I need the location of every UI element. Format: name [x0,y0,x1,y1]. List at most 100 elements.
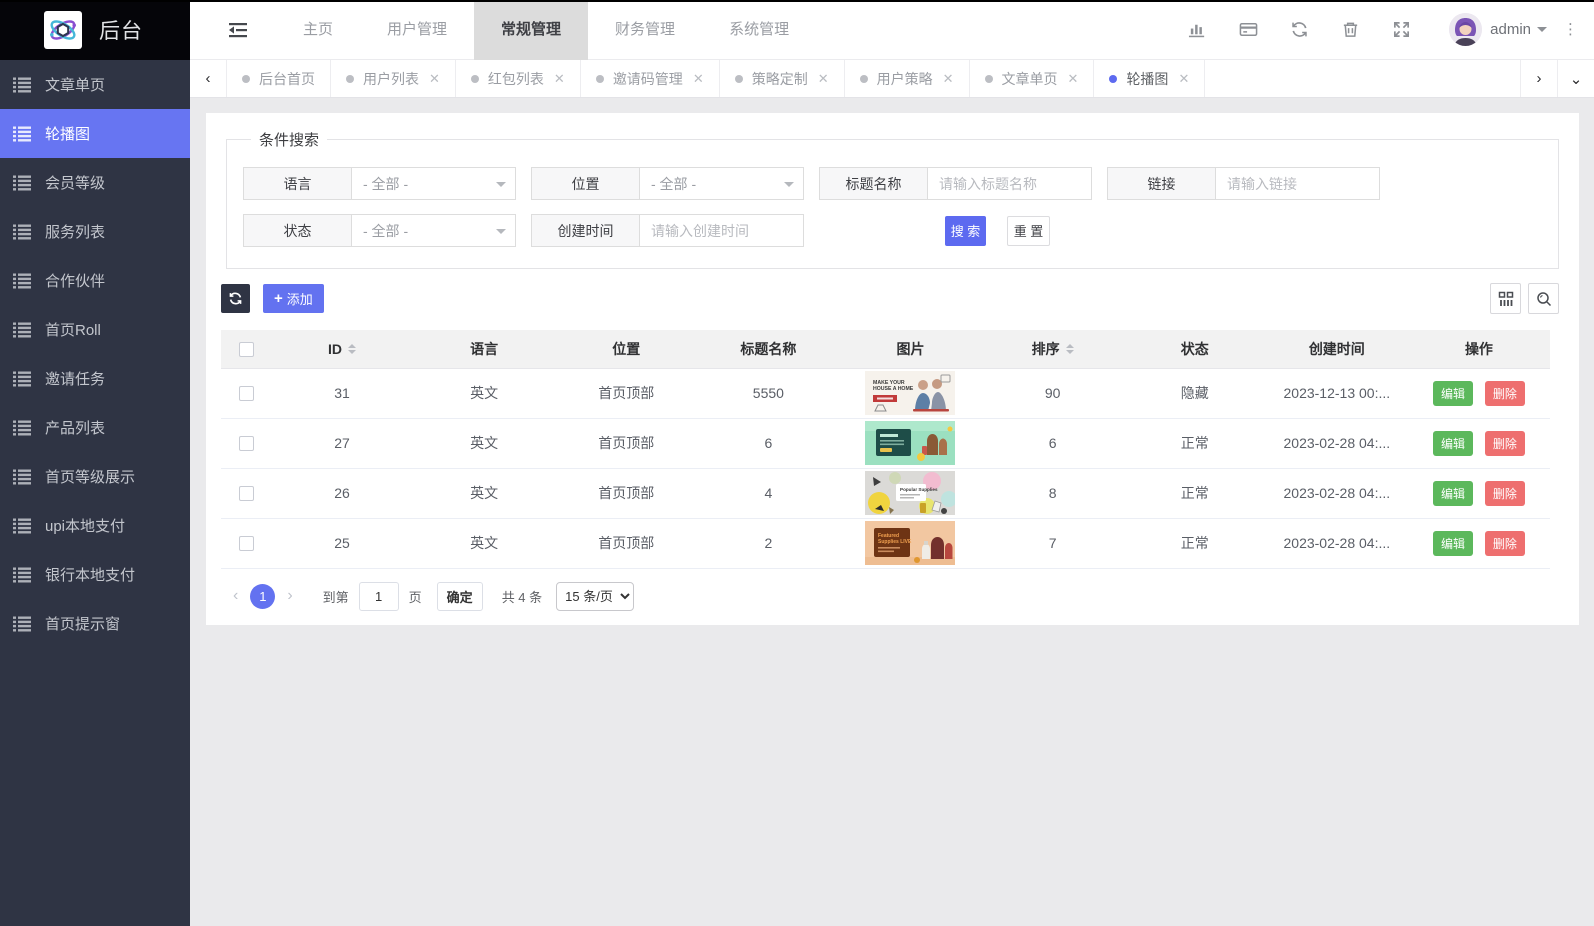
sidebar-item[interactable]: 轮播图 [0,109,190,158]
column-header[interactable]: 位置 [555,330,697,368]
row-checkbox[interactable] [239,436,254,451]
select-all-header [221,330,271,368]
sidebar-item[interactable]: 会员等级 [0,158,190,207]
sidebar-item[interactable]: upi本地支付 [0,501,190,550]
edit-button[interactable]: 编辑 [1433,381,1473,406]
page-tab[interactable]: 邀请码管理 ✕ [581,60,720,97]
top-nav-item[interactable]: 常规管理 [474,0,588,60]
tab-label: 轮播图 [1126,69,1168,89]
sidebar-item[interactable]: 文章单页 [0,60,190,109]
sidebar-item[interactable]: 产品列表 [0,403,190,452]
card-icon[interactable] [1239,20,1258,39]
tab-close-icon[interactable]: ✕ [429,71,440,87]
tab-close-icon[interactable]: ✕ [1178,71,1189,87]
column-header[interactable]: 标题名称 [697,330,839,368]
tab-status-dot [471,75,479,83]
bar-chart-icon[interactable] [1188,20,1207,39]
banner-thumbnail[interactable]: MAKE YOUR HOUSE A HOME [865,371,955,415]
edit-button[interactable]: 编辑 [1433,431,1473,456]
fullscreen-icon[interactable] [1392,20,1411,39]
columns-toggle-button[interactable] [1490,283,1521,314]
page-tab[interactable]: 后台首页 [227,60,331,97]
page-tab[interactable]: 用户列表 ✕ [331,60,456,97]
delete-button[interactable]: 删除 [1485,431,1525,456]
page-size-select[interactable]: 15 条/页 [556,582,634,611]
field-select[interactable]: - 全部 - [351,214,516,247]
table-row: 25 英文 首页顶部 2 Featured Supplies LIVE 7 正常 [221,518,1550,568]
field-select[interactable]: - 全部 - [639,167,804,200]
top-nav-item[interactable]: 主页 [276,0,360,60]
sidebar-item[interactable]: 银行本地支付 [0,550,190,599]
reset-button[interactable]: 重 置 [1007,216,1050,246]
username[interactable]: admin [1490,21,1531,38]
top-header: 主页 用户管理 常规管理 财务管理 系统管理 [190,0,1594,60]
tabs-scroll-left[interactable]: ‹ [190,60,227,97]
sort-icon[interactable] [1066,340,1074,358]
refresh-icon[interactable] [1290,20,1309,39]
sidebar-item[interactable]: 首页Roll [0,305,190,354]
user-dropdown-caret[interactable] [1537,27,1547,37]
trash-icon[interactable] [1341,20,1360,39]
field-input[interactable] [939,176,1080,192]
add-button[interactable]: + 添加 [263,284,324,313]
sidebar-item[interactable]: 合作伙伴 [0,256,190,305]
top-nav-item[interactable]: 系统管理 [702,0,816,60]
page-tab[interactable]: 用户策略 ✕ [845,60,970,97]
banner-thumbnail[interactable]: Popular Supplies [865,471,955,515]
top-nav-label: 主页 [303,21,333,38]
page-tab[interactable]: 红包列表 ✕ [456,60,581,97]
edit-button[interactable]: 编辑 [1433,481,1473,506]
next-page-button[interactable]: › [275,587,304,605]
column-header[interactable]: 状态 [1124,330,1266,368]
edit-button[interactable]: 编辑 [1433,531,1473,556]
user-avatar[interactable] [1449,13,1482,46]
column-header[interactable]: 图片 [839,330,981,368]
search-button[interactable]: 搜 索 [945,216,986,246]
page-tab[interactable]: 文章单页 ✕ [970,60,1095,97]
column-header[interactable]: 创建时间 [1266,330,1408,368]
select-all-checkbox[interactable] [239,342,254,357]
search-toggle-button[interactable] [1528,283,1559,314]
column-header[interactable]: ID [271,330,413,368]
row-checkbox[interactable] [239,536,254,551]
field-input[interactable] [1227,176,1368,192]
tab-close-icon[interactable]: ✕ [1068,71,1079,87]
sidebar-item[interactable]: 首页等级展示 [0,452,190,501]
banner-thumbnail[interactable]: Featured Supplies LIVE [865,521,955,565]
goto-confirm-button[interactable]: 确定 [437,582,483,611]
banner-thumbnail[interactable] [865,421,955,465]
sidebar-item-label: 合作伙伴 [45,270,105,291]
top-nav-item[interactable]: 用户管理 [360,0,474,60]
delete-button[interactable]: 删除 [1485,381,1525,406]
delete-button[interactable]: 删除 [1485,531,1525,556]
sidebar-item[interactable]: 首页提示窗 [0,599,190,648]
row-checkbox[interactable] [239,386,254,401]
current-page-button[interactable]: 1 [250,584,275,609]
more-menu-icon[interactable]: ⋮ [1563,23,1582,37]
tabs-menu-caret[interactable]: ⌄ [1557,60,1594,97]
tab-close-icon[interactable]: ✕ [693,71,704,87]
tabs-scroll-right[interactable]: › [1520,60,1557,97]
tab-close-icon[interactable]: ✕ [818,71,829,87]
page-tab[interactable]: 轮播图 ✕ [1094,60,1205,97]
goto-page-input[interactable] [359,582,399,611]
cell-language: 英文 [413,418,555,468]
tab-close-icon[interactable]: ✕ [554,71,565,87]
top-nav-item[interactable]: 财务管理 [588,0,702,60]
row-checkbox[interactable] [239,486,254,501]
column-header[interactable]: 语言 [413,330,555,368]
page-tab[interactable]: 策略定制 ✕ [720,60,845,97]
sort-icon[interactable] [348,340,356,358]
field-input[interactable] [651,223,792,239]
delete-button[interactable]: 删除 [1485,481,1525,506]
column-header[interactable]: 操作 [1408,330,1550,368]
field-select[interactable]: - 全部 - [351,167,516,200]
column-header[interactable]: 排序 [982,330,1124,368]
sidebar-item[interactable]: 邀请任务 [0,354,190,403]
prev-page-button[interactable]: ‹ [221,587,250,605]
sidebar-item[interactable]: 服务列表 [0,207,190,256]
sidebar-item-label: 服务列表 [45,221,105,242]
tab-close-icon[interactable]: ✕ [943,71,954,87]
sidebar-fold-icon[interactable] [228,19,250,41]
refresh-table-button[interactable] [221,284,250,313]
